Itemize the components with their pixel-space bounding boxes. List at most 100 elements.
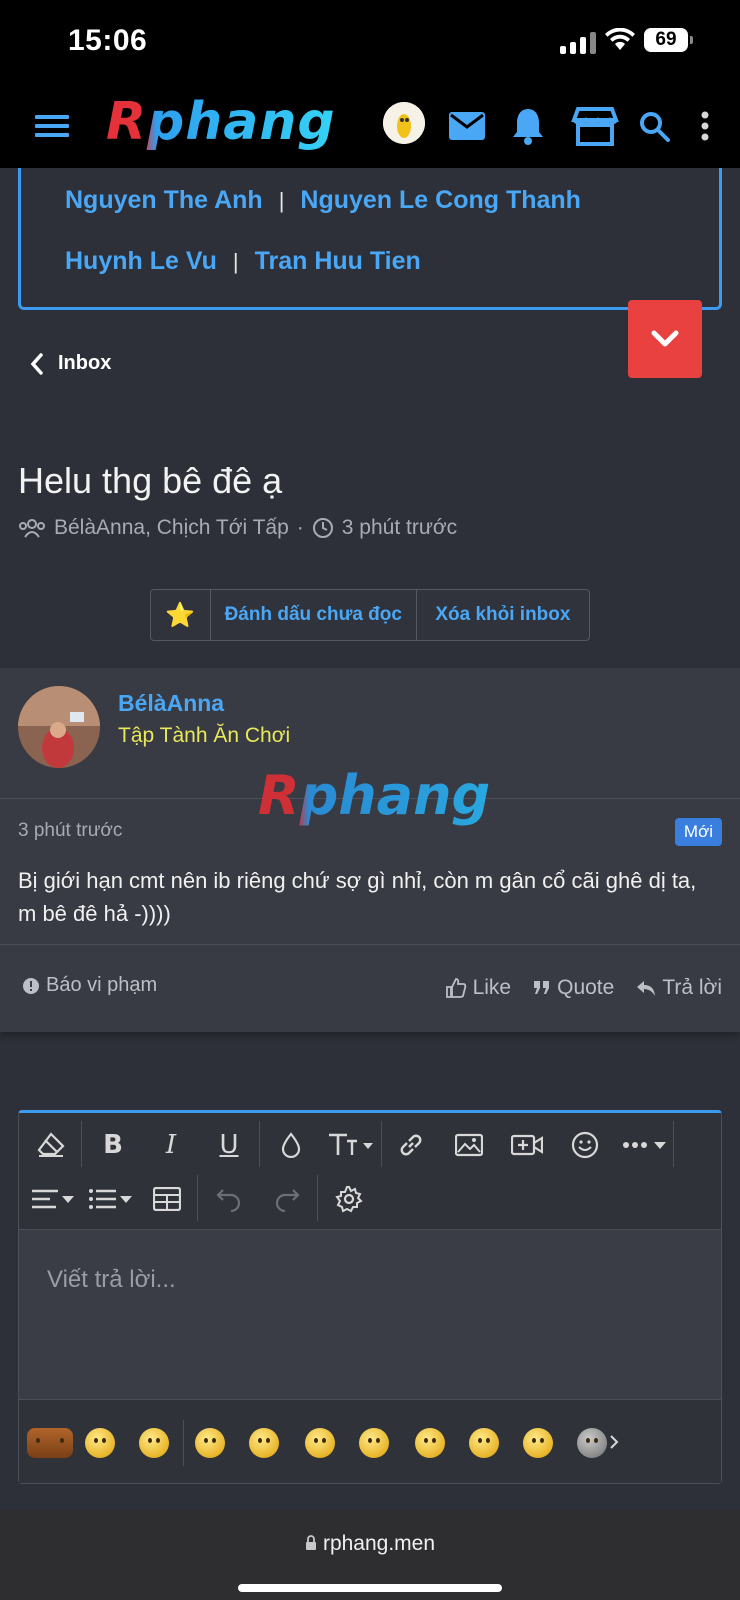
separator: | <box>278 187 285 213</box>
status-bar: 15:06 69 <box>0 0 740 84</box>
mail-icon[interactable] <box>444 84 490 168</box>
collapse-smilies-button[interactable] <box>628 300 702 378</box>
settings-gear-icon[interactable] <box>323 1173 375 1225</box>
store-icon[interactable] <box>568 84 622 168</box>
battery-indicator: 69 <box>644 28 693 52</box>
bell-icon[interactable] <box>506 84 550 168</box>
color-drop-icon[interactable] <box>265 1119 317 1171</box>
smiley-item[interactable] <box>195 1428 225 1458</box>
author-rank: Tập Tành Ăn Chơi <box>118 724 291 747</box>
underline-icon[interactable]: U <box>203 1119 255 1171</box>
smiley-item[interactable] <box>523 1428 553 1458</box>
smiley-item[interactable] <box>415 1428 445 1458</box>
reply-icon <box>637 981 656 996</box>
smiley-item[interactable] <box>27 1428 73 1458</box>
bold-icon[interactable]: B <box>87 1119 139 1171</box>
back-to-inbox-link[interactable]: Inbox <box>30 352 111 375</box>
smiley-item[interactable] <box>469 1428 499 1458</box>
smiley-item[interactable] <box>85 1428 115 1458</box>
link-icon[interactable] <box>385 1119 437 1171</box>
text-size-icon[interactable] <box>321 1119 381 1171</box>
reply-textarea[interactable]: Viết trả lời... <box>19 1229 721 1399</box>
star-button[interactable]: ⭐ <box>151 590 211 640</box>
toolbar-separator <box>673 1121 674 1167</box>
toolbar-separator <box>381 1121 382 1167</box>
moderator-link[interactable]: Nguyen Le Cong Thanh <box>300 186 581 215</box>
like-button[interactable]: Like <box>445 976 512 1000</box>
report-label: Báo vi phạm <box>46 974 158 996</box>
reply-button[interactable]: Trả lời <box>636 976 722 1000</box>
reply-label: Trả lời <box>662 976 722 999</box>
user-avatar[interactable] <box>383 102 425 144</box>
browser-url-bar[interactable]: rphang.men <box>0 1510 740 1600</box>
redo-icon[interactable] <box>261 1173 313 1225</box>
moderators-row: Nguyen The Anh | Nguyen Le Cong Thanh <box>65 186 581 215</box>
thread-time: 3 phút trước <box>341 516 458 539</box>
smiley-item[interactable] <box>577 1428 607 1458</box>
smilies-bar <box>19 1399 721 1483</box>
more-vertical-icon[interactable] <box>690 84 720 168</box>
chevron-left-icon <box>30 352 43 375</box>
remove-from-inbox-button[interactable]: Xóa khỏi inbox <box>417 590 589 640</box>
moderator-link[interactable]: Huynh Le Vu <box>65 247 217 276</box>
reply-editor: B I U Viết trả lời... <box>18 1110 722 1484</box>
lock-icon <box>305 1535 316 1550</box>
quote-label: Quote <box>557 976 615 999</box>
site-logo[interactable]: Rphang <box>106 92 336 152</box>
table-icon[interactable] <box>141 1173 193 1225</box>
clock-icon <box>312 518 333 538</box>
smiley-item[interactable] <box>305 1428 335 1458</box>
smiley-icon[interactable] <box>559 1119 611 1171</box>
toolbar-separator <box>81 1121 82 1167</box>
author-name[interactable]: BélàAnna <box>118 690 224 717</box>
chevron-right-icon[interactable] <box>609 1434 619 1450</box>
status-time: 15:06 <box>68 24 148 57</box>
divider <box>0 944 740 945</box>
meta-dot: · <box>296 516 304 539</box>
alert-icon <box>23 977 39 994</box>
thumbs-up-icon <box>445 978 466 998</box>
align-icon[interactable] <box>25 1173 81 1225</box>
signal-icon <box>560 32 596 54</box>
thread-meta: BélàAnna, Chịch Tới Tấp · 3 phút trước <box>18 516 457 540</box>
message-actions: Like Quote Trả lời <box>445 976 722 1000</box>
list-icon[interactable] <box>83 1173 139 1225</box>
home-indicator[interactable] <box>238 1584 502 1592</box>
report-button[interactable]: Báo vi phạm <box>22 974 157 997</box>
moderator-link[interactable]: Tran Huu Tien <box>255 247 421 276</box>
quote-button[interactable]: Quote <box>533 976 614 1000</box>
italic-icon[interactable]: I <box>145 1119 197 1171</box>
moderator-link[interactable]: Nguyen The Anh <box>65 186 263 215</box>
menu-icon[interactable] <box>30 84 74 168</box>
mark-unread-button[interactable]: Đánh dấu chưa đọc <box>211 590 417 640</box>
like-label: Like <box>472 976 512 999</box>
url-display: rphang.men <box>0 1532 740 1556</box>
image-icon[interactable] <box>443 1119 495 1171</box>
media-icon[interactable] <box>501 1119 553 1171</box>
thread-title: Helu thg bê đê ạ <box>18 460 283 501</box>
message-post: BélàAnna Tập Tành Ăn Chơi Rphang 3 phút … <box>0 668 740 1032</box>
users-icon <box>19 519 45 538</box>
smiley-item[interactable] <box>139 1428 169 1458</box>
thread-actions: ⭐ Đánh dấu chưa đọc Xóa khỏi inbox <box>150 589 590 641</box>
author-avatar[interactable] <box>18 686 100 768</box>
wifi-icon <box>605 28 635 50</box>
url-text: rphang.men <box>322 1532 436 1555</box>
quote-icon <box>534 981 550 994</box>
moderators-row: Huynh Le Vu | Tran Huu Tien <box>65 247 421 276</box>
toolbar-separator <box>317 1175 318 1221</box>
editor-toolbar: B I U <box>19 1113 721 1229</box>
message-time[interactable]: 3 phút trước <box>18 820 122 842</box>
more-options-icon[interactable] <box>617 1119 673 1171</box>
message-body: Bị giới hạn cmt nên ib riêng chứ sợ gì n… <box>18 868 697 926</box>
clear-format-icon[interactable] <box>25 1119 77 1171</box>
new-badge: Mới <box>674 818 722 846</box>
search-icon[interactable] <box>634 84 674 168</box>
reply-placeholder: Viết trả lời... <box>47 1266 176 1293</box>
undo-icon[interactable] <box>203 1173 255 1225</box>
watermark-logo: Rphang <box>258 764 491 827</box>
smiley-item[interactable] <box>249 1428 279 1458</box>
thread-participants[interactable]: BélàAnna, Chịch Tới Tấp <box>54 516 289 540</box>
separator: | <box>232 248 239 274</box>
smiley-item[interactable] <box>359 1428 389 1458</box>
